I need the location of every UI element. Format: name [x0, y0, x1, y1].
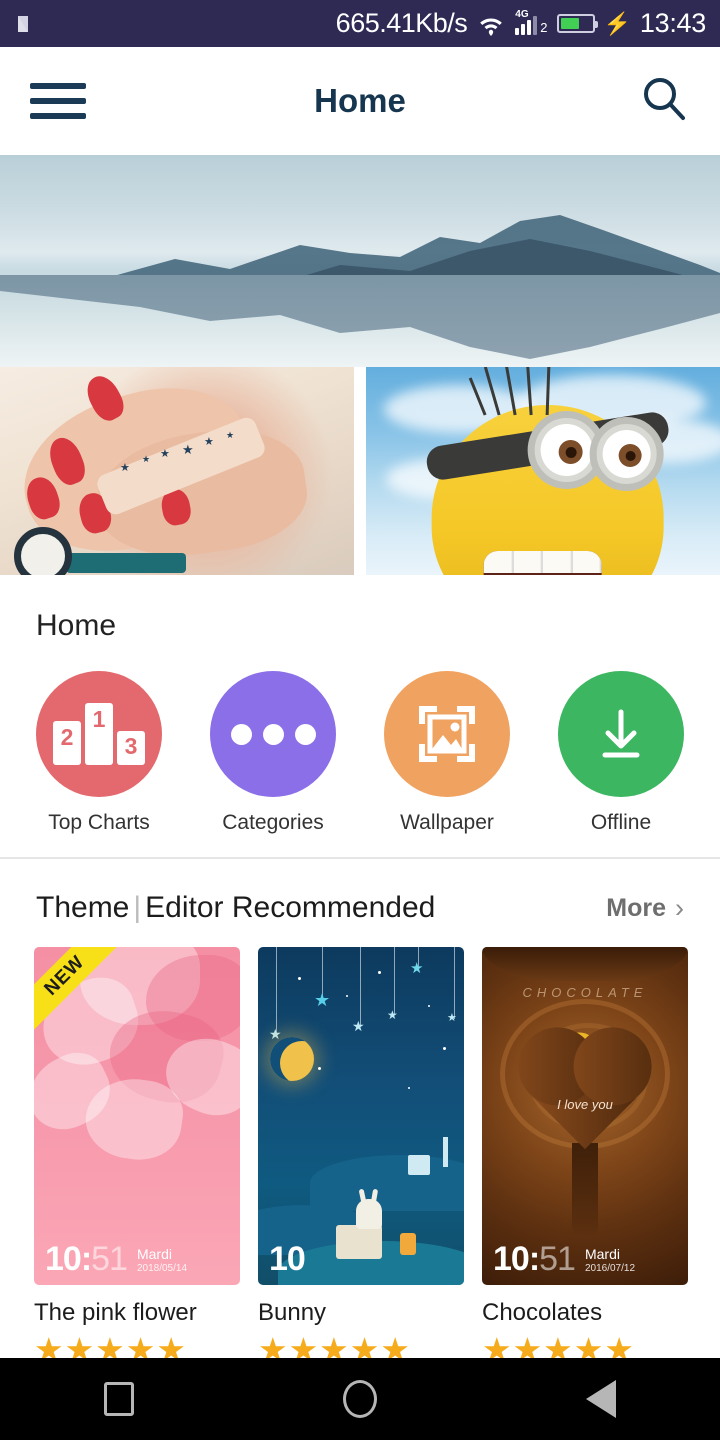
- status-bar: 665.41Kb/s 4G 2 ⚡ 13:43: [0, 0, 720, 47]
- lock-date-block: Mardi 2018/05/14: [137, 1246, 187, 1276]
- lock-time-text: 10: [269, 1240, 306, 1278]
- shortcut-label: Categories: [222, 811, 324, 834]
- tile-hands-image[interactable]: ★ ★ ★ ★ ★ ★: [0, 367, 354, 575]
- lantern-icon: [400, 1233, 416, 1255]
- theme-title-secondary: Editor Recommended: [145, 891, 436, 924]
- lock-minute: 51: [539, 1240, 576, 1278]
- hero-water-reflection: [0, 275, 720, 367]
- lock-hour: 10: [269, 1240, 306, 1278]
- lock-weekday: Mardi: [136, 1246, 172, 1263]
- sim-slot-label: 2: [540, 20, 548, 35]
- nougat-n-logo-icon: [14, 12, 38, 36]
- status-bar-right: 665.41Kb/s 4G 2 ⚡ 13:43: [335, 8, 707, 39]
- home-section-heading: Home: [36, 609, 117, 642]
- back-triangle-icon[interactable]: [585, 1380, 616, 1418]
- more-button[interactable]: More ›: [606, 893, 684, 924]
- theme-thumbnail: CHOCOLATE I love you 10:51 Mardi 2016/07…: [482, 947, 688, 1285]
- shortcut-label: Wallpaper: [400, 811, 494, 834]
- bunny-figure: [356, 1199, 382, 1229]
- shortcut-label: Offline: [590, 811, 652, 834]
- theme-title: The pink flower: [34, 1299, 197, 1326]
- app-bar: Home: [0, 47, 720, 155]
- podium-rank-1: 1: [85, 703, 113, 765]
- lock-time-text: 10:51: [493, 1240, 576, 1278]
- android-navigation-bar: [0, 1358, 720, 1440]
- lock-time-text: 10:51: [45, 1240, 128, 1278]
- lock-date: 2018/05/14: [136, 1262, 188, 1274]
- chocolate-art-title: CHOCOLATE: [522, 985, 648, 1000]
- network-type-label: 4G: [515, 9, 529, 20]
- phone-screen: 665.41Kb/s 4G 2 ⚡ 13:43 Home ★ ★ ★ ★ ★ ★…: [0, 0, 720, 1440]
- podium-icon: 2 1 3: [36, 671, 162, 797]
- theme-card[interactable]: NEW 10:51 Mardi 2018/05/14 The pink flow…: [34, 947, 240, 1366]
- theme-title-separator: |: [133, 891, 142, 924]
- cellular-signal-icon: 4G 2: [515, 9, 548, 35]
- download-icon: [558, 671, 684, 797]
- search-icon[interactable]: [638, 73, 690, 130]
- shortcut-label: Top Charts: [48, 811, 150, 834]
- theme-section-header: Theme | Editor Recommended More ›: [0, 859, 720, 947]
- charging-bolt-icon: ⚡: [603, 10, 631, 36]
- lock-hour: 10:: [493, 1240, 540, 1278]
- theme-section-title: Theme | Editor Recommended: [36, 891, 435, 925]
- lockscreen-clock: 10: [269, 1242, 315, 1276]
- theme-thumbnail: NEW 10:51 Mardi 2018/05/14: [34, 947, 240, 1285]
- chevron-right-icon: ›: [675, 892, 684, 923]
- ellipsis-icon: [210, 671, 336, 797]
- theme-title-primary: Theme: [36, 891, 130, 924]
- shortcut-offline[interactable]: Offline: [558, 671, 684, 835]
- image-icon: [384, 671, 510, 797]
- theme-title: Chocolates: [482, 1299, 603, 1326]
- recents-square-icon[interactable]: [104, 1382, 135, 1416]
- featured-tiles-row: ★ ★ ★ ★ ★ ★: [0, 367, 720, 575]
- moon-icon: [270, 1037, 314, 1081]
- lock-minute: 51: [91, 1240, 128, 1278]
- lock-weekday: Mardi: [584, 1246, 620, 1263]
- more-label: More: [606, 893, 666, 922]
- quick-shortcuts-row: 2 1 3 Top Charts Categories Wallpaper Of…: [0, 643, 720, 857]
- network-speed-text: 665.41Kb/s: [335, 8, 468, 38]
- battery-icon: [556, 14, 598, 33]
- shortcut-categories[interactable]: Categories: [210, 671, 336, 835]
- tile-minion-image[interactable]: [366, 367, 720, 575]
- theme-thumbnail: ★ ★ ★ ★ ★ ★ 10: [258, 947, 464, 1285]
- chocolate-art-caption: I love you: [557, 1097, 613, 1112]
- theme-card[interactable]: CHOCOLATE I love you 10:51 Mardi 2016/07…: [482, 947, 688, 1366]
- hamburger-menu-icon[interactable]: [30, 74, 86, 128]
- minion-mouth: [483, 551, 602, 575]
- lockscreen-clock: 10:51 Mardi 2018/05/14: [45, 1242, 187, 1276]
- hero-banner-image[interactable]: [0, 155, 720, 367]
- theme-title: Bunny: [258, 1299, 327, 1326]
- theme-cards-row: NEW 10:51 Mardi 2018/05/14 The pink flow…: [0, 947, 720, 1366]
- status-bar-left: [14, 12, 38, 36]
- shortcut-wallpaper[interactable]: Wallpaper: [384, 671, 510, 835]
- lock-date-block: Mardi 2016/07/12: [585, 1246, 635, 1276]
- podium-rank-2: 2: [53, 721, 81, 765]
- lockscreen-clock: 10:51 Mardi 2016/07/12: [493, 1242, 635, 1276]
- podium-rank-3: 3: [117, 731, 145, 765]
- lock-hour: 10:: [45, 1240, 92, 1278]
- lock-date: 2016/07/12: [584, 1262, 636, 1274]
- shortcut-top-charts[interactable]: 2 1 3 Top Charts: [36, 671, 162, 835]
- home-circle-icon[interactable]: [342, 1380, 377, 1418]
- status-clock: 13:43: [639, 8, 706, 38]
- wifi-icon: [476, 12, 506, 36]
- page-title: Home: [314, 82, 406, 119]
- theme-card[interactable]: ★ ★ ★ ★ ★ ★ 10 Bunny ★★★★★: [258, 947, 464, 1366]
